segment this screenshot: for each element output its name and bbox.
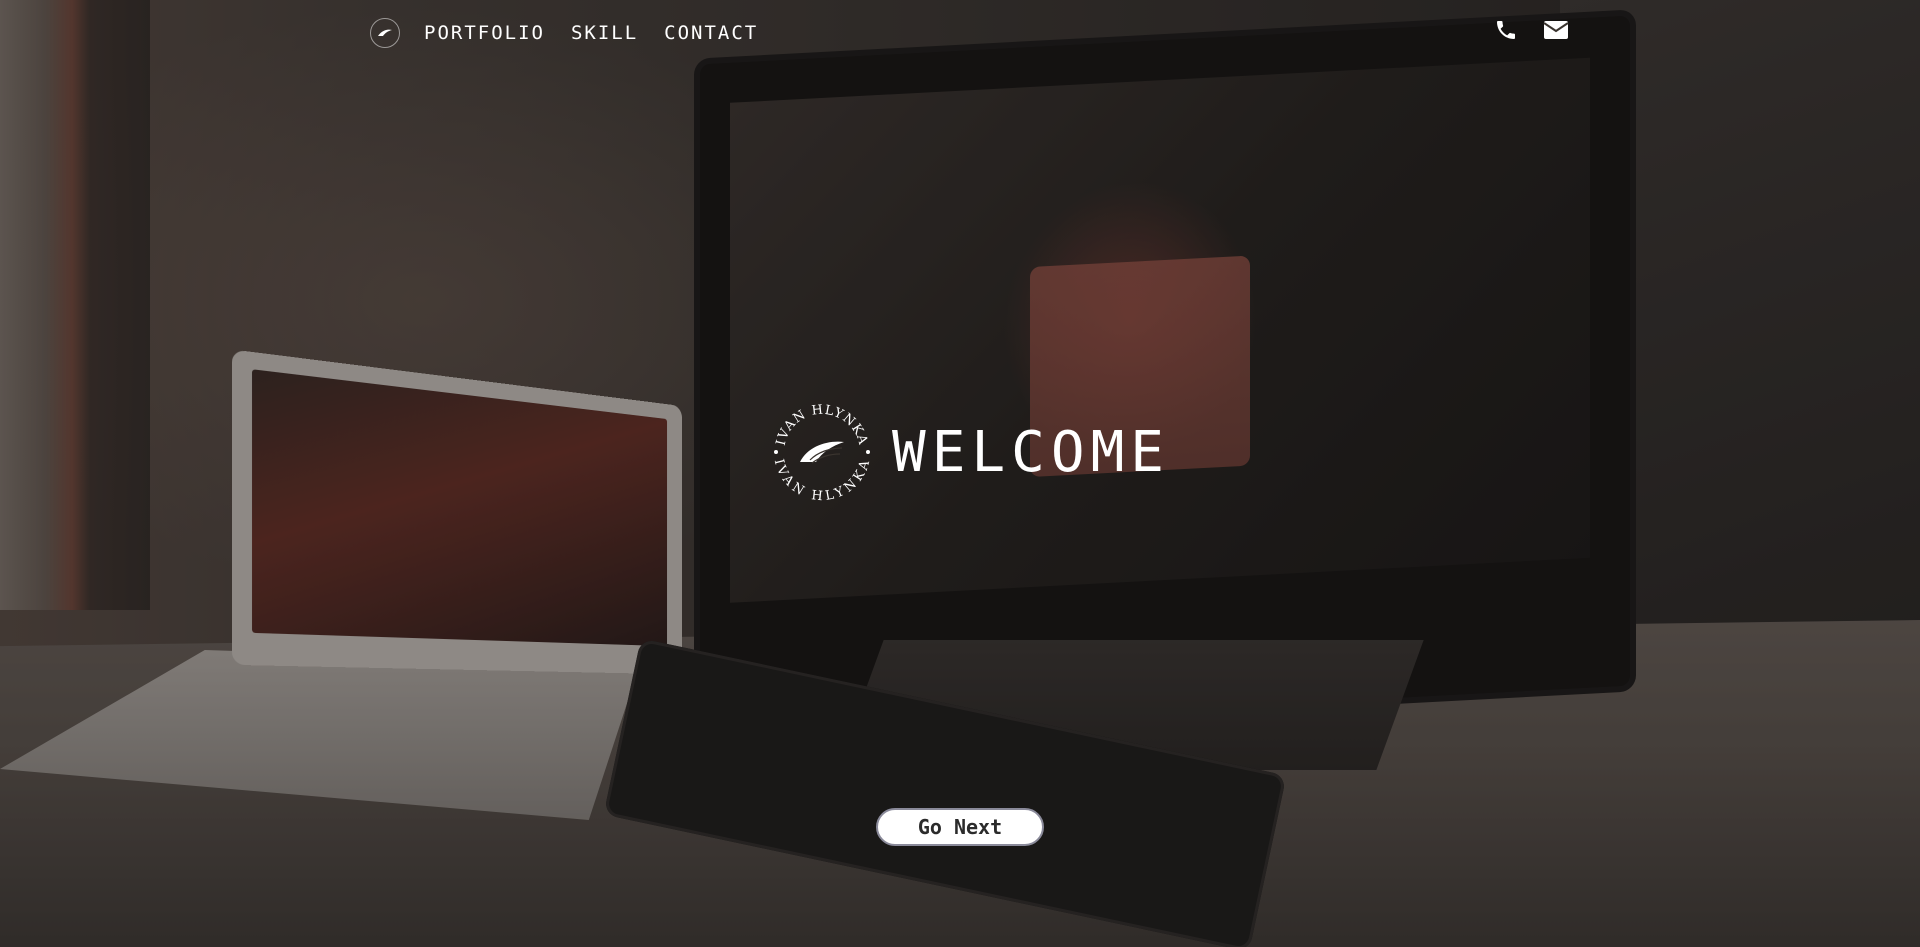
emblem-icon: IVAN HLYNKA IVAN HLYNKA [771, 403, 874, 505]
top-nav: PORTFOLIO SKILL CONTACT [370, 18, 784, 48]
page-title: WELCOME [892, 419, 1171, 485]
logo-icon[interactable] [370, 18, 400, 48]
nav-link-portfolio[interactable]: PORTFOLIO [424, 22, 545, 44]
wing-icon [378, 29, 392, 36]
emblem-text-bottom: IVAN HLYNKA [771, 458, 873, 505]
emblem-text-top: IVAN HLYNKA [774, 403, 870, 448]
phone-icon[interactable] [1492, 16, 1520, 44]
nav-link-contact[interactable]: CONTACT [664, 22, 758, 44]
go-next-button[interactable]: Go Next [876, 808, 1044, 846]
svg-text:IVAN HLYNKA: IVAN HLYNKA [774, 403, 871, 448]
nav-link-skill[interactable]: SKILL [571, 22, 638, 44]
welcome-block: IVAN HLYNKA IVAN HLYNKA WELCOME [770, 400, 1171, 505]
hero-section: PORTFOLIO SKILL CONTACT IVAN HLYNKA IVAN… [0, 0, 1920, 947]
envelope-icon[interactable] [1542, 16, 1570, 44]
svg-text:IVAN HLYNKA: IVAN HLYNKA [771, 458, 874, 504]
contact-icons [1470, 16, 1570, 44]
emblem-logo: IVAN HLYNKA IVAN HLYNKA [770, 400, 874, 505]
